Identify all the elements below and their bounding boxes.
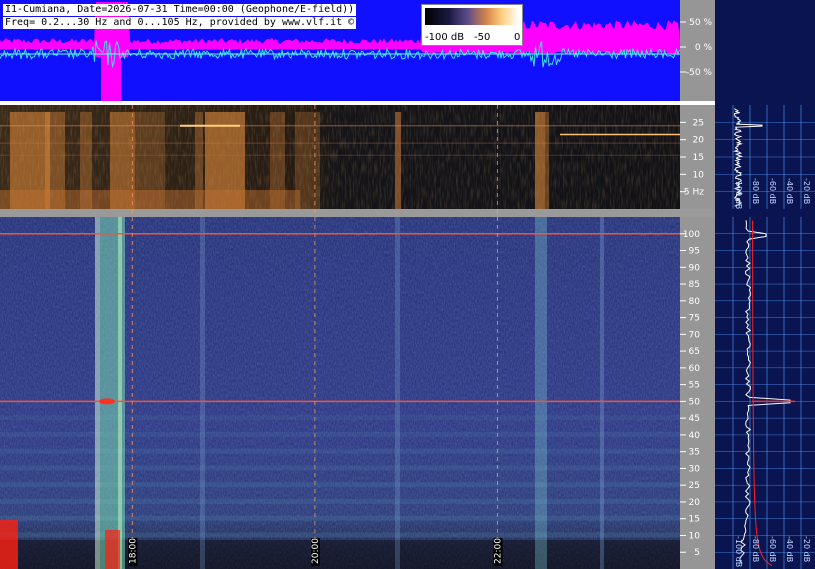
broadband-burst bbox=[118, 217, 122, 569]
header-line-2: Freq= 0.2...30 Hz and 0...105 Hz, provid… bbox=[3, 17, 357, 29]
spec-main-tick-label: 75 bbox=[689, 314, 700, 324]
profile-low-db-label: -100 dB bbox=[734, 178, 743, 209]
panel-separator bbox=[0, 101, 715, 105]
spec-main-tick-label: 40 bbox=[689, 431, 701, 441]
spec-low-tick-label: 10 bbox=[693, 170, 705, 180]
profile-low-db-label: -20 dB bbox=[802, 178, 811, 204]
profile-low-db-label: -40 dB bbox=[785, 178, 794, 204]
spec-main-tick-label: 100 bbox=[683, 230, 700, 240]
broadband-burst bbox=[395, 217, 400, 569]
broadband-burst bbox=[600, 217, 604, 569]
broadband-burst bbox=[200, 217, 205, 569]
profile-main-db-label: -20 dB bbox=[802, 536, 811, 562]
burst-lowfreq bbox=[105, 530, 120, 569]
broadband-burst bbox=[95, 217, 100, 569]
signal-tick-label: 0 % bbox=[695, 43, 713, 53]
panel-separator-2 bbox=[0, 209, 715, 217]
spec-main-tick-label: 10 bbox=[689, 531, 701, 541]
spectrogram-figure: 50 %0 %-50 % 252015105 Hz 10095908580757… bbox=[0, 0, 815, 569]
spec-main-tick-label: 85 bbox=[689, 280, 700, 290]
spec-main-tick-label: 60 bbox=[689, 364, 701, 374]
spec-main-tick-label: 80 bbox=[689, 297, 701, 307]
time-tick-label: 20:00 bbox=[311, 538, 321, 564]
signal-tick-label: -50 % bbox=[686, 68, 713, 78]
broadband-burst bbox=[535, 112, 545, 209]
broadband-burst bbox=[535, 217, 547, 569]
powerline-hotspot bbox=[99, 398, 115, 405]
spec-main-tick-label: 30 bbox=[689, 464, 701, 474]
spec-main-tick-label: 15 bbox=[689, 515, 700, 525]
spec-low-tick-label: 25 bbox=[693, 118, 704, 128]
colorbar-label-max: 0 bbox=[514, 32, 521, 43]
spec-low-tick-label: 20 bbox=[693, 136, 705, 146]
spec-low-tick-label: 5 Hz bbox=[684, 188, 704, 198]
profile-main-db-label: -100 dB bbox=[734, 536, 743, 567]
signal-tick-label: 50 % bbox=[689, 18, 712, 28]
colorbar: -100 dB -50 0 bbox=[421, 4, 523, 46]
colorbar-gradient bbox=[425, 8, 519, 25]
spec-main-tick-label: 5 bbox=[694, 548, 700, 558]
spec-main-tick-label: 25 bbox=[689, 481, 700, 491]
spec-main-tick-label: 50 bbox=[689, 397, 701, 407]
profile-low-db-label: -80 dB bbox=[751, 178, 760, 204]
spec-main-tick-label: 35 bbox=[689, 448, 700, 458]
spec-main-tick-label: 70 bbox=[689, 330, 701, 340]
profile-main-db-label: -60 dB bbox=[768, 536, 777, 562]
signal-burst bbox=[101, 30, 121, 101]
time-tick-label: 18:00 bbox=[128, 538, 138, 564]
spec-main-tick-label: 65 bbox=[689, 347, 700, 357]
colorbar-label-mid: -50 bbox=[474, 32, 491, 43]
profile-main-db-label: -80 dB bbox=[751, 536, 760, 562]
broadband-burst bbox=[545, 112, 549, 209]
spec-main-tick-label: 45 bbox=[689, 414, 700, 424]
broadband-burst bbox=[395, 112, 401, 209]
spec-low-tick-label: 15 bbox=[693, 153, 704, 163]
spec-main-tick-label: 20 bbox=[689, 498, 701, 508]
profile-panel-bg bbox=[715, 0, 815, 569]
profile-main-db-label: -40 dB bbox=[785, 536, 794, 562]
time-tick-label: 22:00 bbox=[493, 538, 503, 564]
low-band-energy bbox=[0, 190, 300, 209]
profile-low-db-label: -60 dB bbox=[768, 178, 777, 204]
burst-lowfreq bbox=[0, 520, 18, 569]
colorbar-label-min: -100 dB bbox=[425, 32, 465, 43]
spec-main-tick-label: 55 bbox=[689, 381, 700, 391]
spec-main-tick-label: 90 bbox=[689, 263, 701, 273]
spec-main-tick-label: 95 bbox=[689, 247, 700, 257]
header-line-1: I1-Cumiana, Date=2026-07-31 Time=00:00 (… bbox=[3, 4, 357, 16]
